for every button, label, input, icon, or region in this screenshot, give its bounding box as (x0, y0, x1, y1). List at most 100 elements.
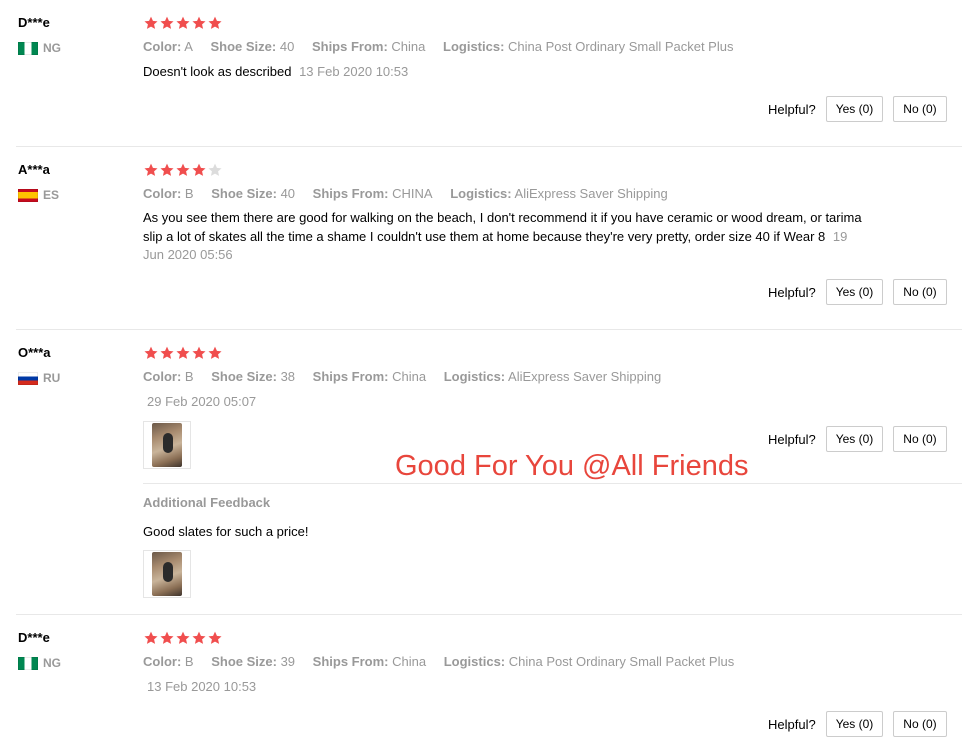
logistics-value: China Post Ordinary Small Packet Plus (508, 654, 735, 669)
review-date: 13 Feb 2020 10:53 (147, 679, 257, 694)
helpful-no-button[interactable]: No (0) (893, 279, 947, 305)
review-photo-thumbnail[interactable] (143, 421, 191, 469)
logistics-label: Logistics: (443, 369, 506, 384)
review-photo-image (152, 423, 182, 467)
reviewer-name: O***a (18, 345, 51, 360)
star-filled-icon (144, 631, 158, 644)
reviewer-country: NG (18, 41, 61, 55)
star-filled-icon (160, 346, 174, 359)
review-text: As you see them there are good for walki… (143, 209, 868, 265)
color-label: Color: (143, 39, 182, 54)
review-text: 13 Feb 2020 10:53 (143, 678, 883, 697)
shoe-size-value: 40 (279, 39, 295, 54)
star-filled-icon (176, 163, 190, 176)
review-divider (16, 146, 962, 147)
review-text: 29 Feb 2020 05:07 (143, 393, 883, 412)
ships-from-value: China (392, 369, 427, 384)
reviewer-name: A***a (18, 162, 50, 177)
star-filled-icon (144, 163, 158, 176)
helpful-yes-button[interactable]: Yes (0) (825, 426, 884, 452)
star-filled-icon (208, 631, 222, 644)
ships-from-label: Ships From: (312, 654, 389, 669)
helpful-label: Helpful? (768, 101, 816, 117)
color-value: B (184, 369, 194, 384)
additional-photo-image (152, 552, 182, 596)
color-label: Color: (143, 654, 182, 669)
ships-from-value: CHINA (392, 186, 433, 201)
logistics-value: China Post Ordinary Small Packet Plus (508, 39, 734, 54)
helpful-yes-button[interactable]: Yes (0) (825, 279, 884, 305)
helpful-no-button[interactable]: No (0) (893, 96, 947, 122)
ships-from-value: China (391, 39, 426, 54)
logistics-label: Logistics: (443, 39, 505, 54)
star-filled-icon (192, 631, 206, 644)
star-filled-icon (208, 346, 222, 359)
star-filled-icon (160, 163, 174, 176)
helpful-vote: Helpful? Yes (0) No (0) (768, 711, 957, 737)
star-rating (143, 162, 223, 178)
reviewer-country: ES (18, 188, 59, 202)
helpful-vote: Helpful? Yes (0) No (0) (768, 426, 957, 452)
star-rating (143, 15, 223, 31)
spain-flag-icon (18, 188, 38, 202)
additional-feedback-divider (143, 483, 962, 484)
logistics-label: Logistics: (443, 654, 506, 669)
helpful-vote: Helpful? Yes (0) No (0) (768, 96, 957, 122)
helpful-yes-button[interactable]: Yes (0) (825, 96, 884, 122)
shoe-size-label: Shoe Size: (211, 369, 277, 384)
star-filled-icon (192, 346, 206, 359)
additional-photo-thumbnail[interactable] (143, 550, 191, 598)
shoe-size-label: Shoe Size: (211, 654, 277, 669)
review-date: 13 Feb 2020 10:53 (299, 64, 409, 79)
color-value: A (184, 39, 193, 54)
star-empty-icon (208, 163, 222, 176)
review-divider (16, 614, 962, 615)
reviewer-name: D***e (18, 630, 50, 645)
nigeria-flag-icon (18, 41, 38, 55)
review-text: Doesn't look as described 13 Feb 2020 10… (143, 63, 883, 82)
watermark-text: Good For You @All Friends (395, 450, 749, 482)
shoe-size-label: Shoe Size: (210, 39, 277, 54)
ships-from-value: China (392, 654, 427, 669)
helpful-no-button[interactable]: No (0) (893, 711, 947, 737)
country-code: ES (43, 188, 60, 202)
ships-from-label: Ships From: (311, 39, 388, 54)
country-code: RU (43, 371, 61, 385)
product-attributes: Color: B Shoe Size: 39 Ships From: China… (143, 654, 748, 669)
star-rating (143, 630, 223, 646)
color-value: B (184, 186, 194, 201)
star-filled-icon (192, 163, 206, 176)
logistics-value: AliExpress Saver Shipping (514, 186, 668, 201)
helpful-no-button[interactable]: No (0) (893, 426, 947, 452)
ships-from-label: Ships From: (312, 369, 389, 384)
logistics-label: Logistics: (450, 186, 512, 201)
reviewer-name: D***e (18, 15, 50, 30)
helpful-label: Helpful? (768, 716, 816, 732)
star-filled-icon (192, 16, 206, 29)
shoe-size-label: Shoe Size: (211, 186, 277, 201)
product-attributes: Color: B Shoe Size: 40 Ships From: CHINA… (143, 186, 682, 201)
star-filled-icon (144, 16, 158, 29)
review-body: Doesn't look as described (143, 64, 292, 79)
country-code: NG (43, 656, 61, 670)
russia-flag-icon (18, 371, 38, 385)
product-attributes: Color: B Shoe Size: 38 Ships From: China… (143, 369, 675, 384)
helpful-label: Helpful? (768, 284, 816, 300)
reviewer-country: NG (18, 656, 61, 670)
star-filled-icon (176, 16, 190, 29)
shoe-size-value: 40 (280, 186, 296, 201)
reviewer-country: RU (18, 371, 60, 385)
shoe-size-value: 39 (280, 654, 296, 669)
color-label: Color: (143, 186, 182, 201)
product-attributes: Color: A Shoe Size: 40 Ships From: China… (143, 39, 747, 54)
helpful-yes-button[interactable]: Yes (0) (825, 711, 884, 737)
review-divider (16, 329, 962, 330)
additional-feedback-label: Additional Feedback (143, 495, 271, 510)
color-value: B (184, 654, 194, 669)
star-filled-icon (160, 631, 174, 644)
helpful-label: Helpful? (768, 431, 816, 447)
color-label: Color: (143, 369, 182, 384)
review-body: As you see them there are good for walki… (143, 210, 862, 244)
star-filled-icon (144, 346, 158, 359)
nigeria-flag-icon (18, 656, 38, 670)
